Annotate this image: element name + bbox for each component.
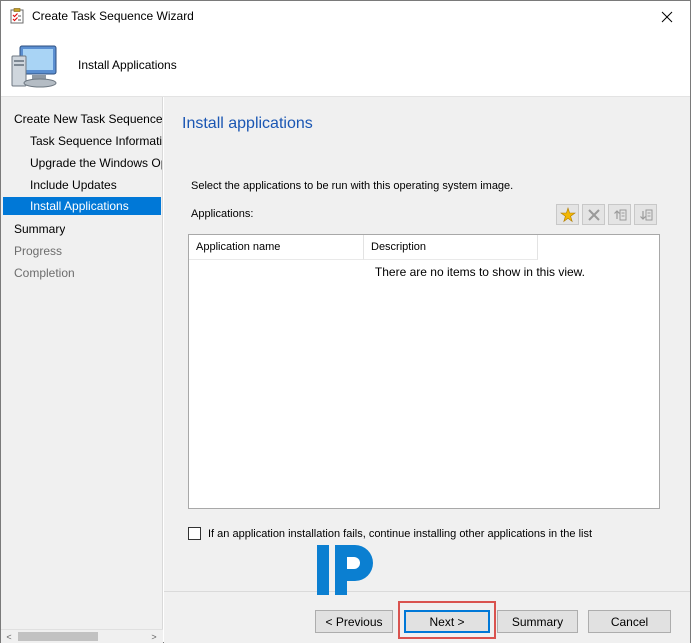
applications-label: Applications:: [191, 208, 254, 220]
cancel-button[interactable]: Cancel: [588, 610, 671, 633]
empty-list-message: There are no items to show in this view.: [374, 265, 585, 279]
task-sequence-icon: [10, 8, 24, 24]
nav-step-task-sequence-information[interactable]: Task Sequence Information: [30, 132, 162, 150]
wizard-window: Create Task Sequence Wizard Install Appl…: [0, 0, 691, 643]
previous-button[interactable]: < Previous: [315, 610, 393, 633]
header-title: Install Applications: [78, 58, 177, 72]
next-button[interactable]: Next >: [404, 610, 490, 633]
move-up-button[interactable]: [608, 204, 631, 225]
nav-horizontal-scrollbar[interactable]: < >: [1, 629, 163, 643]
new-application-button[interactable]: [556, 204, 579, 225]
continue-on-failure-label: If an application installation fails, co…: [208, 527, 593, 540]
move-down-button[interactable]: [634, 204, 657, 225]
wizard-page: Install applications Select the applicat…: [164, 97, 690, 591]
delete-application-button[interactable]: [582, 204, 605, 225]
summary-button[interactable]: Summary: [497, 610, 578, 633]
nav-step-install-applications[interactable]: Install Applications: [3, 197, 161, 215]
column-header-description[interactable]: Description: [364, 235, 538, 260]
computer-icon: [11, 45, 57, 88]
nav-step-include-updates[interactable]: Include Updates: [30, 176, 162, 194]
nav-step-completion: Completion: [14, 266, 75, 280]
watermark-logo: [317, 545, 373, 595]
close-button[interactable]: [644, 1, 690, 32]
wizard-header: Install Applications: [1, 32, 690, 97]
move-up-icon: [613, 209, 626, 220]
nav-step-upgrade-windows[interactable]: Upgrade the Windows Operating System: [30, 154, 162, 172]
close-icon: [661, 11, 673, 22]
nav-step-summary[interactable]: Summary: [14, 220, 65, 238]
window-title: Create Task Sequence Wizard: [32, 9, 194, 23]
continue-on-failure-option: If an application installation fails, co…: [188, 527, 592, 540]
delete-icon: [587, 208, 600, 221]
scroll-left-icon[interactable]: <: [2, 631, 16, 643]
scrollbar-thumb[interactable]: [18, 632, 98, 641]
page-title: Install applications: [182, 115, 313, 132]
move-down-icon: [639, 209, 652, 220]
nav-step-create-new-task-sequence[interactable]: Create New Task Sequence: [14, 110, 162, 128]
wizard-footer: < Previous Next > Summary Cancel: [164, 591, 690, 643]
wizard-step-list: Create New Task Sequence Task Sequence I…: [1, 97, 163, 629]
applications-list[interactable]: Application name Description There are n…: [188, 234, 660, 509]
instruction-text: Select the applications to be run with t…: [191, 180, 514, 192]
nav-step-progress: Progress: [14, 244, 63, 258]
title-bar: Create Task Sequence Wizard: [1, 1, 690, 32]
scroll-right-icon[interactable]: >: [147, 631, 161, 643]
new-icon: [559, 206, 576, 222]
continue-on-failure-checkbox[interactable]: [188, 527, 201, 540]
column-header-application-name[interactable]: Application name: [189, 235, 364, 260]
